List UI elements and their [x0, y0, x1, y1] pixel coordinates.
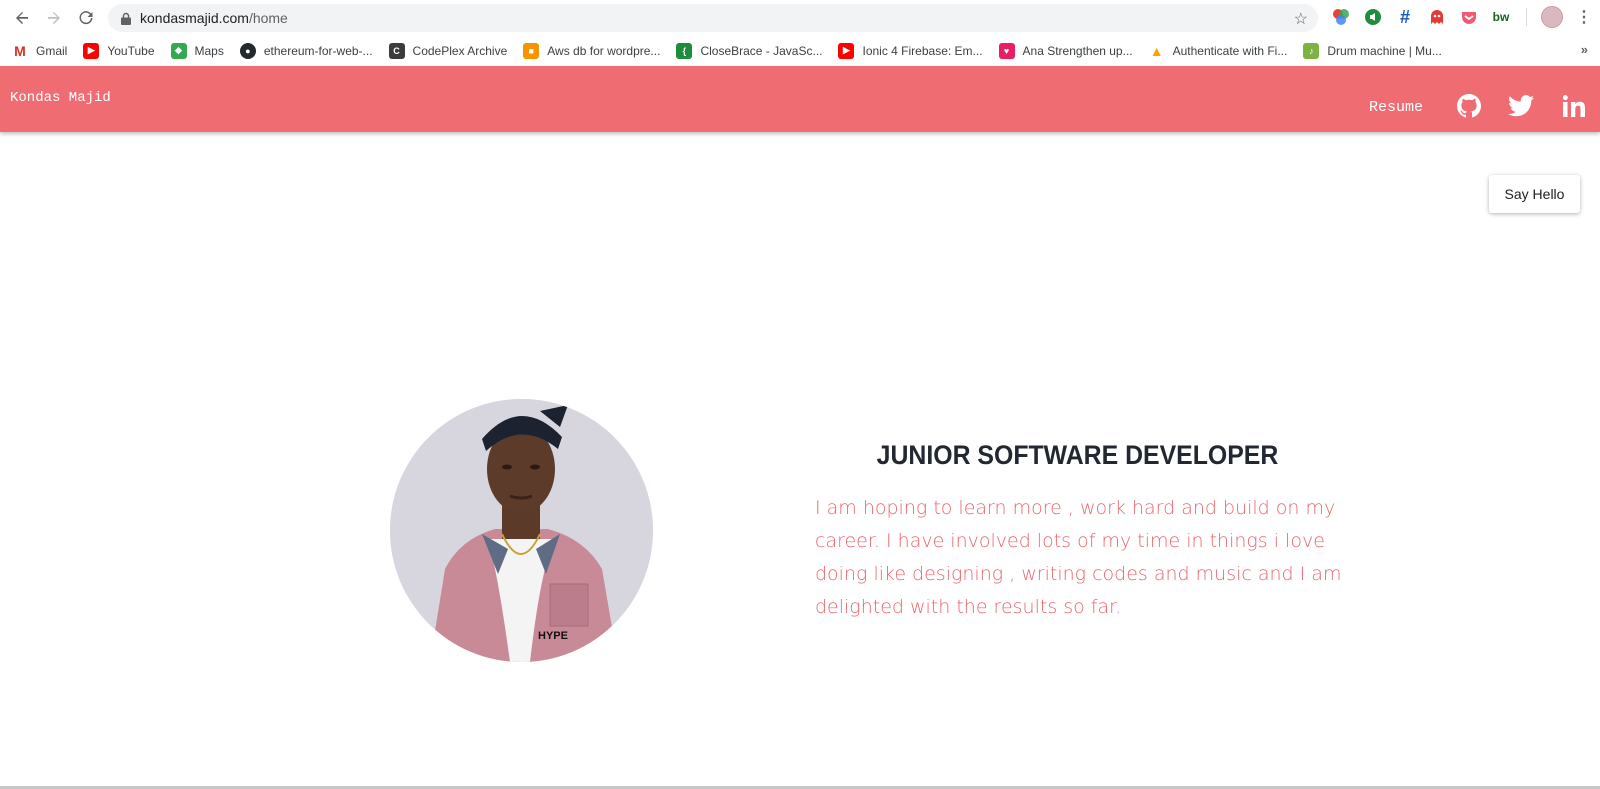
gmail-icon: M — [14, 42, 26, 59]
bookmark-gmail[interactable]: M Gmail — [12, 43, 67, 59]
github-icon: ● — [239, 42, 256, 59]
bw-extension-icon[interactable]: bw — [1490, 6, 1512, 28]
heart-icon: ♥ — [998, 42, 1015, 59]
grid-extension-icon[interactable]: # — [1394, 6, 1416, 28]
site-header: Kondas Majid Resume — [0, 66, 1600, 132]
ghost-extension-icon[interactable] — [1426, 6, 1448, 28]
bookmarks-bar: M Gmail ▶ YouTube ◆ Maps ● ethereum-for-web-… — [0, 35, 1600, 66]
sound-extension-icon[interactable] — [1362, 6, 1384, 28]
bookmark-firebase[interactable]: ▲ Authenticate with Fi... — [1149, 43, 1288, 59]
say-hello-button[interactable]: Say Hello — [1489, 175, 1580, 213]
profile-portrait: HYPE — [390, 399, 653, 662]
bookmark-ana[interactable]: ♥ Ana Strengthen up... — [998, 42, 1133, 59]
bookmark-ionic[interactable]: ▶ Ionic 4 Firebase: Em... — [838, 42, 983, 59]
resume-link[interactable]: Resume — [1369, 99, 1423, 116]
aws-icon: ■ — [523, 42, 540, 59]
job-title: JUNIOR SOFTWARE DEVELOPER — [876, 440, 1279, 470]
color-picker-extension-icon[interactable] — [1330, 6, 1352, 28]
bookmark-ethereum[interactable]: ● ethereum-for-web-... — [239, 42, 373, 59]
closebrace-icon: { — [676, 42, 693, 59]
linkedin-icon[interactable] — [1561, 93, 1587, 119]
brand-name[interactable]: Kondas Majid — [10, 90, 111, 106]
bookmark-drum[interactable]: ♪ Drum machine | Mu... — [1303, 42, 1442, 59]
extensions-area: # bw ⋮ — [1330, 6, 1595, 28]
maps-icon: ◆ — [170, 42, 187, 59]
address-bar[interactable]: kondasmajid.com/home ☆ — [108, 4, 1318, 32]
forward-arrow-icon[interactable] — [38, 2, 70, 34]
bookmark-maps[interactable]: ◆ Maps — [170, 42, 224, 59]
bookmark-youtube[interactable]: ▶ YouTube — [83, 42, 155, 59]
profile-avatar[interactable] — [1541, 6, 1563, 28]
github-icon[interactable] — [1456, 93, 1482, 119]
pocket-extension-icon[interactable] — [1458, 6, 1480, 28]
bookmark-star-icon[interactable]: ☆ — [1294, 9, 1308, 29]
menu-kebab-icon[interactable]: ⋮ — [1573, 6, 1595, 28]
twitter-icon[interactable] — [1508, 93, 1534, 119]
bookmark-closebrace[interactable]: {CloseBrace - JavaSc... — [676, 42, 822, 59]
toolbar-divider — [1526, 8, 1527, 26]
bookmark-aws[interactable]: ■ Aws db for wordpre... — [523, 42, 660, 59]
firebase-icon: ▲ — [1149, 42, 1164, 59]
reload-icon[interactable] — [70, 2, 102, 34]
url-text: kondasmajid.com/home — [140, 10, 288, 26]
lock-icon — [120, 11, 132, 25]
svg-text:HYPE: HYPE — [538, 630, 568, 642]
bookmark-codeplex[interactable]: C CodePlex Archive — [388, 42, 507, 59]
browser-toolbar: kondasmajid.com/home ☆ # bw ⋮ — [0, 0, 1600, 35]
back-arrow-icon[interactable] — [6, 2, 38, 34]
music-icon: ♪ — [1303, 42, 1320, 59]
youtube-icon: ▶ — [838, 42, 855, 59]
more-bookmarks-icon[interactable]: » — [1581, 42, 1588, 57]
codeplex-icon: C — [388, 42, 405, 59]
bio-paragraph: I am hoping to learn more , work hard an… — [815, 497, 1342, 618]
youtube-icon: ▶ — [83, 42, 100, 59]
